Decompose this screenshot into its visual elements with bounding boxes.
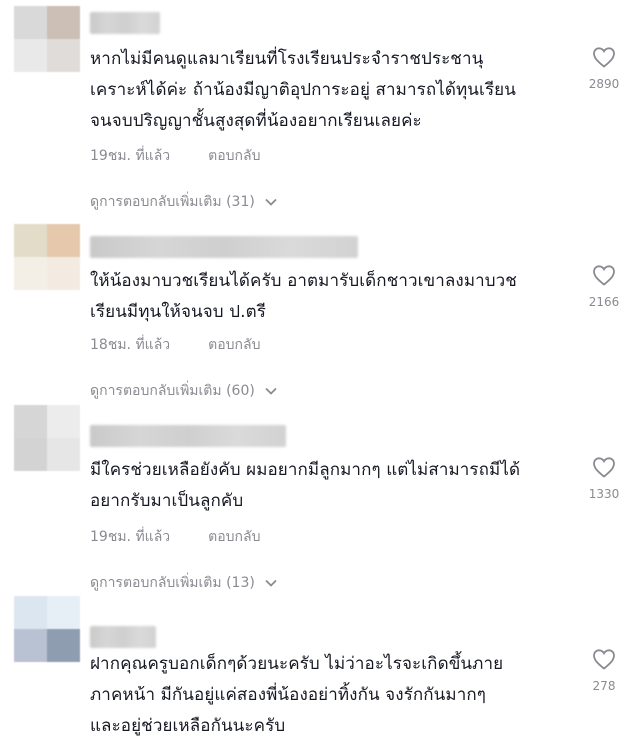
chevron-down-icon [265, 387, 277, 395]
view-more-replies[interactable]: ดูการตอบกลับเพิ่มเติม (31) [90, 191, 277, 213]
view-more-replies[interactable]: ดูการตอบกลับเพิ่มเติม (60) [90, 380, 277, 402]
comment-text: หากไม่มีคนดูแลมาเรียนที่โรงเรียนประจำราช… [90, 49, 516, 131]
username-redacted[interactable] [90, 236, 358, 258]
like-button[interactable]: 1330 [582, 456, 626, 501]
view-more-replies-label: ดูการตอบกลับเพิ่มเติม (31) [90, 194, 255, 210]
heart-outline-icon [593, 47, 615, 68]
comment-text: ให้น้องมาบวชเรียนได้ครับ อาตมารับเด็กชาว… [90, 271, 517, 322]
username-redacted[interactable] [90, 425, 286, 447]
comment-meta: 18ชม. ที่แล้ว ตอบกลับ [90, 334, 260, 356]
reply-button[interactable]: ตอบกลับ [208, 145, 260, 167]
view-more-replies[interactable]: ดูการตอบกลับเพิ่มเติม (13) [90, 572, 277, 594]
like-button[interactable]: 2890 [582, 46, 626, 91]
comment-time: 19ชม. ที่แล้ว [90, 529, 171, 545]
avatar[interactable] [14, 405, 80, 471]
username-redacted[interactable] [90, 626, 156, 648]
like-button[interactable]: 278 [582, 648, 626, 693]
chevron-down-icon [265, 198, 277, 206]
comment-meta: 19ชม. ที่แล้ว ตอบกลับ [90, 145, 260, 167]
view-more-replies-label: ดูการตอบกลับเพิ่มเติม (13) [90, 575, 255, 591]
like-count: 2166 [588, 295, 620, 309]
comment-meta: 19ชม. ที่แล้ว ตอบกลับ [90, 526, 260, 548]
comment-text: ฝากคุณครูบอกเด็กๆด้วยนะครับ ไม่ว่าอะไรจะ… [90, 654, 504, 736]
avatar[interactable] [14, 6, 80, 72]
like-count: 278 [592, 679, 616, 693]
like-count: 2890 [588, 77, 620, 91]
view-more-replies-label: ดูการตอบกลับเพิ่มเติม (60) [90, 383, 255, 399]
username-redacted[interactable] [90, 12, 160, 34]
heart-outline-icon [593, 265, 615, 286]
avatar[interactable] [14, 224, 80, 290]
comment-time: 18ชม. ที่แล้ว [90, 337, 171, 353]
chevron-down-icon [265, 579, 277, 587]
avatar[interactable] [14, 596, 80, 662]
comment-time: 19ชม. ที่แล้ว [90, 148, 171, 164]
reply-button[interactable]: ตอบกลับ [208, 334, 260, 356]
like-button[interactable]: 2166 [582, 264, 626, 309]
like-count: 1330 [588, 487, 620, 501]
comment-text: มีใครช่วยเหลือยังคับ ผมอยากมีลูกมากๆ แต่… [90, 460, 521, 511]
reply-button[interactable]: ตอบกลับ [208, 526, 260, 548]
heart-outline-icon [593, 649, 615, 670]
heart-outline-icon [593, 457, 615, 478]
